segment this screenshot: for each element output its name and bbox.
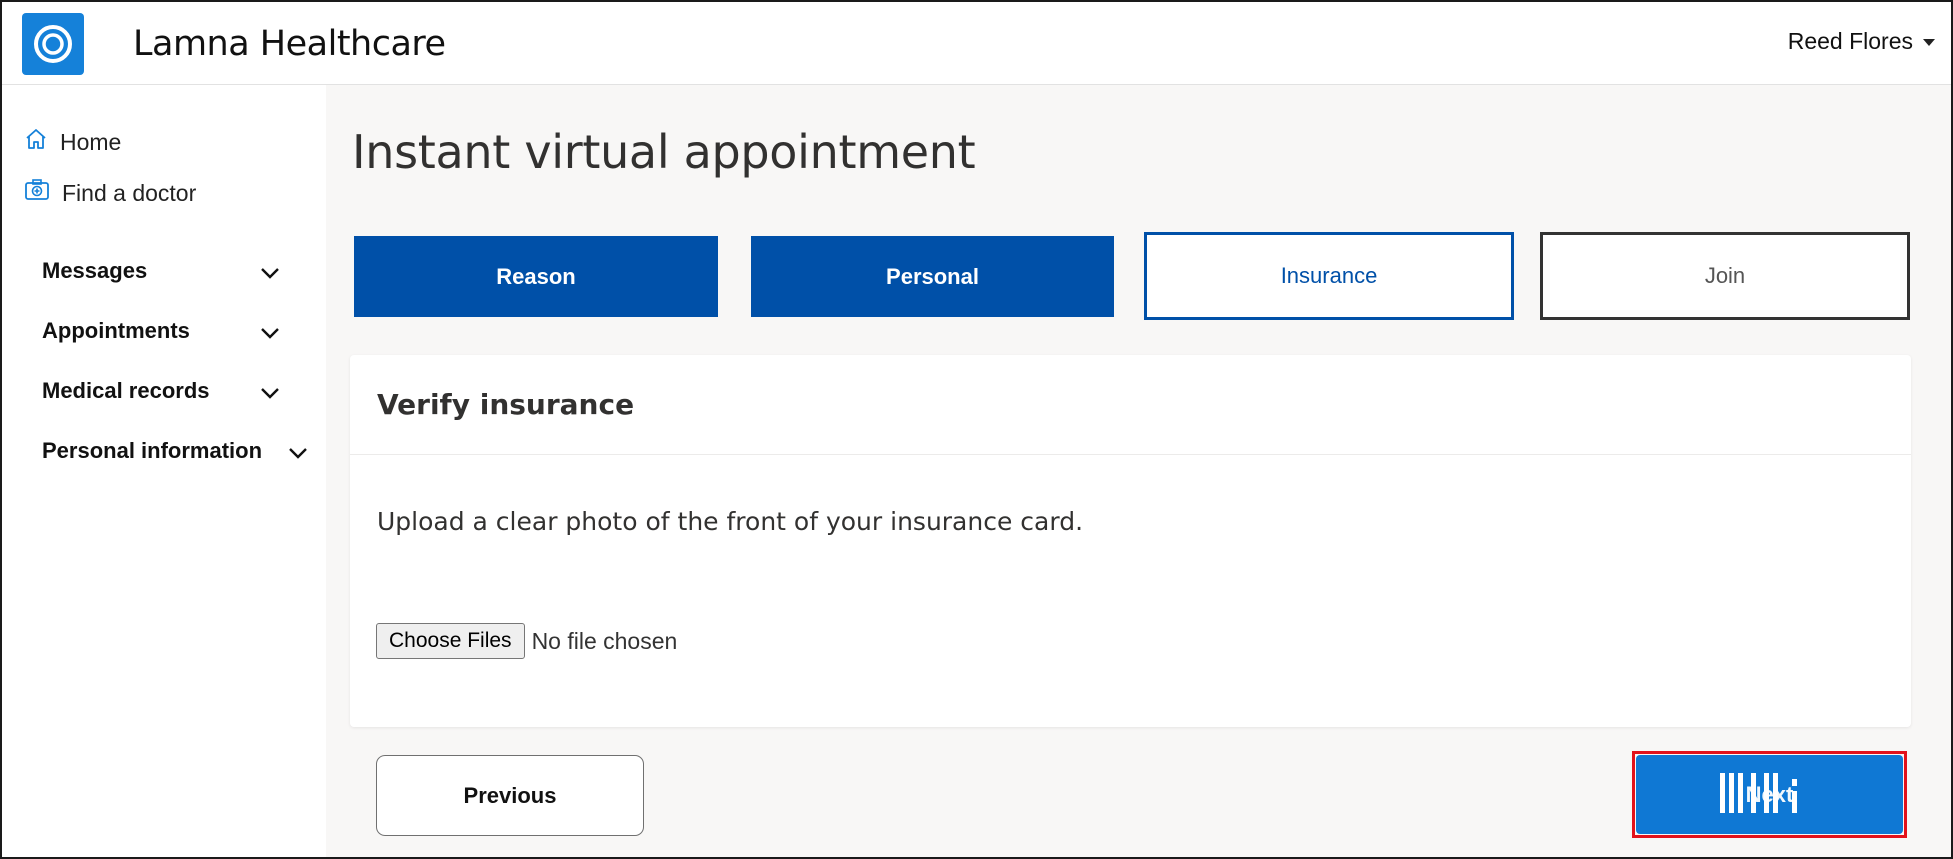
home-icon: [24, 127, 48, 157]
sidebar-group-messages[interactable]: Messages: [42, 258, 279, 284]
caret-down-icon: [1923, 39, 1935, 46]
sidebar-group-personal-information[interactable]: Personal information: [42, 438, 307, 464]
chevron-down-icon: [288, 440, 308, 466]
step-label: Personal: [886, 263, 979, 289]
sidebar-item-find-doctor[interactable]: Find a doctor: [24, 178, 196, 208]
app-window: Lamna Healthcare Reed Flores Home Find a…: [0, 0, 1953, 859]
previous-button[interactable]: Previous: [376, 755, 644, 836]
page-title: Instant virtual appointment: [352, 125, 976, 179]
next-button[interactable]: Next: [1636, 755, 1903, 834]
sidebar-group-label: Appointments: [42, 318, 190, 343]
step-personal[interactable]: Personal: [751, 236, 1114, 317]
step-label: Reason: [496, 263, 576, 289]
step-join[interactable]: Join: [1540, 232, 1910, 320]
top-bar: Lamna Healthcare Reed Flores: [2, 2, 1951, 85]
app-title: Lamna Healthcare: [133, 24, 446, 64]
main-content: Instant virtual appointment Reason Perso…: [326, 85, 1951, 857]
sidebar-group-label: Medical records: [42, 378, 210, 403]
sidebar-group-medical-records[interactable]: Medical records: [42, 378, 279, 404]
doctor-search-icon: [24, 178, 50, 208]
sidebar-item-label: Find a doctor: [62, 179, 197, 206]
sidebar-item-home[interactable]: Home: [24, 127, 121, 157]
step-label: Join: [1704, 263, 1746, 288]
sidebar-group-label: Personal information: [42, 438, 263, 463]
next-button-label: Next: [1745, 781, 1794, 807]
step-reason[interactable]: Reason: [354, 236, 718, 317]
choose-files-button[interactable]: Choose Files: [376, 623, 525, 659]
user-menu[interactable]: Reed Flores: [1788, 28, 1935, 55]
card-title: Verify insurance: [377, 388, 635, 421]
upload-instruction: Upload a clear photo of the front of you…: [377, 507, 1084, 536]
file-status-text: No file chosen: [531, 627, 678, 654]
card-header: Verify insurance: [350, 355, 1911, 455]
sidebar: Home Find a doctor Messages Appointments: [2, 85, 326, 857]
verify-insurance-card: Verify insurance Upload a clear photo of…: [350, 355, 1911, 727]
file-upload-field: Choose Files No file chosen: [376, 623, 677, 659]
chevron-down-icon: [260, 320, 280, 346]
sidebar-group-label: Messages: [42, 258, 148, 283]
step-insurance[interactable]: Insurance: [1144, 232, 1514, 320]
sidebar-group-appointments[interactable]: Appointments: [42, 318, 279, 344]
sidebar-item-label: Home: [60, 128, 122, 155]
chevron-down-icon: [260, 260, 280, 286]
user-name: Reed Flores: [1787, 28, 1913, 54]
step-label: Insurance: [1280, 263, 1378, 288]
chevron-down-icon: [260, 380, 280, 406]
ring-logo-icon[interactable]: [22, 13, 84, 75]
